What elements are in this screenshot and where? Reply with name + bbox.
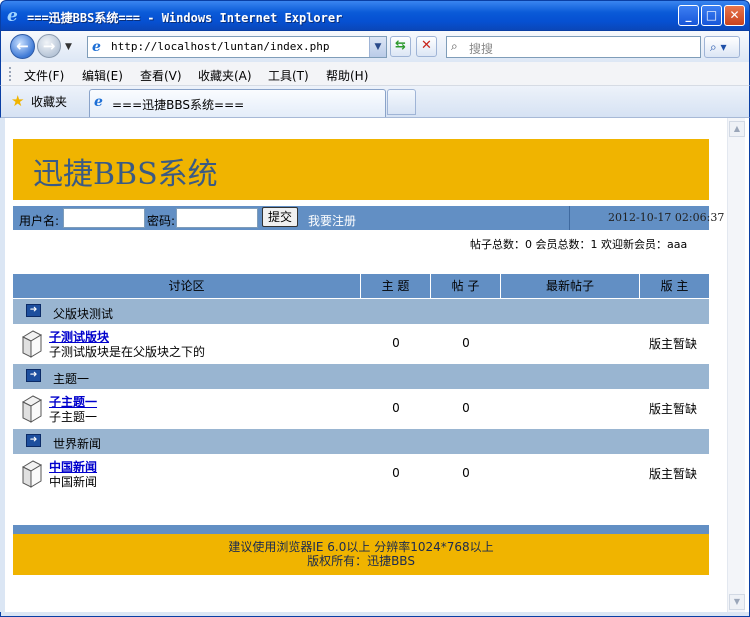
- board-posts: 0: [462, 466, 470, 480]
- menu-tools[interactable]: 工具(T): [268, 67, 309, 84]
- ie-logo-icon: e: [7, 6, 18, 26]
- board-description: 中国新闻: [49, 475, 98, 489]
- board-description: 子主题一: [49, 410, 98, 424]
- close-button[interactable]: ✕: [724, 5, 745, 26]
- forward-button[interactable]: →: [37, 34, 61, 58]
- forum-table: 讨论区 主 题 帖 子 最新帖子 版 主 ➜ 父版块测试 子测试版块 子测试版块…: [13, 274, 709, 493]
- address-bar[interactable]: e http://localhost/luntan/index.php ▼: [87, 36, 387, 58]
- search-input[interactable]: ⌕ 搜搜: [446, 36, 701, 58]
- history-dropdown-icon[interactable]: ▼: [65, 42, 72, 52]
- board-description: 子测试版块是在父版块之下的: [49, 345, 206, 359]
- submit-button[interactable]: 提交: [262, 207, 298, 227]
- search-icon: ⌕: [451, 39, 458, 53]
- password-label: 密码:: [147, 214, 176, 228]
- menu-bar: 文件(F) 编辑(E) 查看(V) 收藏夹(A) 工具(T) 帮助(H): [0, 62, 750, 86]
- board-topics: 0: [392, 466, 400, 480]
- minimize-button[interactable]: _: [678, 5, 699, 26]
- board-topics: 0: [392, 401, 400, 415]
- window-title: ===迅捷BBS系统=== - Windows Internet Explore…: [27, 11, 343, 25]
- board-moderator: 版主暂缺: [649, 337, 698, 351]
- header-latest: 最新帖子: [501, 274, 640, 298]
- header-forum: 讨论区: [13, 274, 361, 298]
- arrow-icon: ➜: [26, 369, 41, 382]
- board-row: 中国新闻 中国新闻 0 0 版主暂缺: [13, 454, 709, 493]
- window-titlebar: e ===迅捷BBS系统=== - Windows Internet Explo…: [0, 0, 750, 31]
- board-moderator: 版主暂缺: [649, 402, 698, 416]
- login-divider: [569, 206, 570, 230]
- search-button[interactable]: ⌕ ▾: [704, 36, 740, 58]
- login-bar: 用户名: 密码: 提交 我要注册 2012-10-17 02:06:37: [13, 206, 724, 230]
- category-row: ➜ 父版块测试: [13, 298, 709, 324]
- menu-file[interactable]: 文件(F): [24, 67, 64, 84]
- arrow-icon: ➜: [26, 434, 41, 447]
- category-row: ➜ 主题一: [13, 363, 709, 389]
- category-name[interactable]: 父版块测试: [53, 305, 113, 322]
- tab-title: ===迅捷BBS系统===: [112, 98, 245, 112]
- board-moderator: 版主暂缺: [649, 467, 698, 481]
- vertical-scrollbar[interactable]: ▲ ▼: [727, 118, 745, 612]
- tab-current[interactable]: e ===迅捷BBS系统===: [89, 89, 386, 117]
- favorites-star-icon[interactable]: ★: [11, 92, 24, 110]
- category-name[interactable]: 世界新闻: [53, 435, 101, 452]
- board-row: 子测试版块 子测试版块是在父版块之下的 0 0 版主暂缺: [13, 324, 709, 363]
- footer-recommendation: 建议使用浏览器IE 6.0以上 分辨率1024*768以上: [228, 540, 494, 554]
- password-field[interactable]: [176, 208, 258, 228]
- scroll-up-icon[interactable]: ▲: [729, 121, 745, 137]
- board-posts: 0: [462, 336, 470, 350]
- menu-help[interactable]: 帮助(H): [326, 67, 368, 84]
- scroll-down-icon[interactable]: ▼: [729, 594, 745, 610]
- maximize-button[interactable]: □: [701, 5, 722, 26]
- back-button[interactable]: ←: [10, 34, 35, 59]
- board-folder-icon: [21, 330, 43, 358]
- menu-edit[interactable]: 编辑(E): [82, 67, 123, 84]
- menu-favorites[interactable]: 收藏夹(A): [198, 67, 252, 84]
- new-tab-button[interactable]: [387, 89, 416, 115]
- register-link[interactable]: 我要注册: [308, 212, 356, 229]
- header-posts: 帖 子: [431, 274, 501, 298]
- category-row: ➜ 世界新闻: [13, 428, 709, 454]
- board-row: 子主题一 子主题一 0 0 版主暂缺: [13, 389, 709, 428]
- site-footer: 建议使用浏览器IE 6.0以上 分辨率1024*768以上 版权所有：迅捷BBS: [13, 525, 709, 575]
- tab-page-icon: e: [94, 94, 103, 110]
- window-bottom-edge: [0, 612, 750, 617]
- header-moderator: 版 主: [660, 279, 689, 293]
- board-topics: 0: [392, 336, 400, 350]
- username-label: 用户名:: [19, 214, 60, 228]
- forum-stats: 帖子总数：0 会员总数：1 欢迎新会员：aaa: [470, 238, 688, 251]
- site-banner: 迅捷BBS系统: [13, 139, 709, 200]
- search-placeholder: 搜搜: [469, 42, 494, 56]
- arrow-icon: ➜: [26, 304, 41, 317]
- footer-copyright: 版权所有：迅捷BBS: [307, 554, 415, 568]
- stop-button[interactable]: ✕: [416, 36, 437, 57]
- current-datetime: 2012-10-17 02:06:37: [608, 211, 725, 224]
- category-name[interactable]: 主题一: [53, 370, 89, 387]
- favorites-button[interactable]: 收藏夹: [31, 93, 67, 110]
- address-dropdown-icon[interactable]: ▼: [369, 37, 386, 57]
- header-topics: 主 题: [361, 274, 431, 298]
- site-logo: 迅捷BBS系统: [33, 157, 218, 192]
- board-folder-icon: [21, 460, 43, 488]
- page-icon: e: [92, 39, 101, 55]
- board-posts: 0: [462, 401, 470, 415]
- board-folder-icon: [21, 395, 43, 423]
- address-url: http://localhost/luntan/index.php: [111, 40, 330, 53]
- toolbar-grip: [9, 67, 12, 81]
- menu-view[interactable]: 查看(V): [140, 67, 182, 84]
- tab-bar: ★ 收藏夹 e ===迅捷BBS系统===: [0, 86, 750, 118]
- refresh-button[interactable]: ⇆: [390, 36, 411, 57]
- table-header: 讨论区 主 题 帖 子 最新帖子 版 主: [13, 274, 709, 298]
- username-field[interactable]: [63, 208, 145, 228]
